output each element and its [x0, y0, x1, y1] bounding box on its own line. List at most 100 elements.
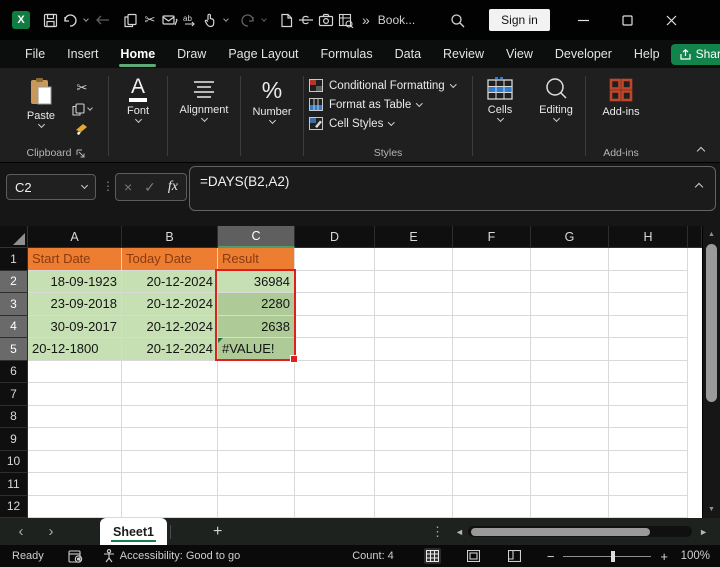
cell-E2[interactable] [375, 270, 453, 293]
cell-G6[interactable] [531, 360, 609, 383]
tab-draw[interactable]: Draw [166, 40, 217, 68]
normal-view-button[interactable] [423, 548, 441, 564]
cell-C12[interactable] [218, 495, 295, 518]
row-header-9[interactable]: 9 [0, 428, 28, 451]
cell-E9[interactable] [375, 428, 453, 451]
cell-C10[interactable] [218, 450, 295, 473]
cell-G8[interactable] [531, 405, 609, 428]
cell-A3[interactable]: 23-09-2018 [28, 293, 122, 316]
cell-E12[interactable] [375, 495, 453, 518]
cell-A7[interactable] [28, 383, 122, 406]
cell-E11[interactable] [375, 473, 453, 496]
sheet-tab-sheet1[interactable]: Sheet1 [100, 518, 167, 545]
cell-B3[interactable]: 20-12-2024 [122, 293, 218, 316]
format-as-table-button[interactable]: Format as Table [309, 98, 455, 111]
collapse-formula-bar-icon[interactable] [694, 182, 704, 192]
cell-D12[interactable] [295, 495, 375, 518]
cell-C8[interactable] [218, 405, 295, 428]
alignment-button[interactable]: Alignment [173, 72, 235, 123]
draw-tool-icon[interactable] [296, 7, 316, 33]
row-header-12[interactable]: 12 [0, 495, 28, 518]
cell-B1[interactable]: Today Date [122, 248, 218, 271]
cell-F2[interactable] [453, 270, 531, 293]
column-header-E[interactable]: E [375, 226, 453, 248]
horizontal-scrollbar-thumb[interactable] [471, 527, 651, 536]
cell-F4[interactable] [453, 315, 531, 338]
row-header-4[interactable]: 4 [0, 315, 28, 338]
column-header-G[interactable]: G [531, 226, 609, 248]
cell-D10[interactable] [295, 450, 375, 473]
cell-D2[interactable] [295, 270, 375, 293]
sheet-nav-left-icon[interactable]: ‹ [6, 523, 36, 540]
column-header-D[interactable]: D [295, 226, 375, 248]
cell-F3[interactable] [453, 293, 531, 316]
email-icon[interactable] [160, 7, 180, 33]
cell-C11[interactable] [218, 473, 295, 496]
cell-H6[interactable] [609, 360, 688, 383]
cell-E10[interactable] [375, 450, 453, 473]
cell-E4[interactable] [375, 315, 453, 338]
cell-B5[interactable]: 20-12-2024 [122, 338, 218, 361]
cell-G7[interactable] [531, 383, 609, 406]
cell-H1[interactable] [609, 248, 688, 271]
cell-G5[interactable] [531, 338, 609, 361]
sheet-nav-right-icon[interactable]: › [36, 523, 66, 540]
cell-G11[interactable] [531, 473, 609, 496]
zoom-slider[interactable] [563, 550, 652, 562]
undo-dropdown-icon[interactable] [80, 7, 92, 33]
cell-D11[interactable] [295, 473, 375, 496]
record-macro-button[interactable] [68, 549, 83, 563]
cell-D9[interactable] [295, 428, 375, 451]
cell-F6[interactable] [453, 360, 531, 383]
horizontal-scrollbar[interactable] [468, 526, 692, 537]
accessibility-status[interactable]: Accessibility: Good to go [103, 549, 240, 563]
cell-C9[interactable] [218, 428, 295, 451]
cell-B4[interactable]: 20-12-2024 [122, 315, 218, 338]
cell-D6[interactable] [295, 360, 375, 383]
hscroll-left-icon[interactable]: ◄ [455, 527, 464, 537]
row-header-5[interactable]: 5 [0, 338, 28, 361]
zoom-out-button[interactable]: − [547, 549, 555, 564]
cell-E6[interactable] [375, 360, 453, 383]
cell-H10[interactable] [609, 450, 688, 473]
row-header-10[interactable]: 10 [0, 450, 28, 473]
cell-F8[interactable] [453, 405, 531, 428]
column-header-A[interactable]: A [28, 226, 122, 248]
scroll-up-icon[interactable]: ▲ [703, 231, 720, 238]
tab-page-layout[interactable]: Page Layout [217, 40, 309, 68]
name-box-dropdown-icon[interactable] [80, 181, 89, 190]
cell-A2[interactable]: 18-09-1923 [28, 270, 122, 293]
share-button[interactable]: Share [670, 43, 720, 65]
cell-B6[interactable] [122, 360, 218, 383]
cell-B11[interactable] [122, 473, 218, 496]
cell-H11[interactable] [609, 473, 688, 496]
page-layout-view-button[interactable] [465, 548, 482, 564]
cell-E3[interactable] [375, 293, 453, 316]
cut-button[interactable]: ✂ [77, 80, 88, 96]
tab-file[interactable]: File [14, 40, 56, 68]
addins-button[interactable]: Add-ins [591, 72, 651, 118]
tab-data[interactable]: Data [384, 40, 432, 68]
cell-B10[interactable] [122, 450, 218, 473]
row-header-3[interactable]: 3 [0, 293, 28, 316]
collapse-ribbon-icon[interactable] [696, 146, 706, 156]
new-sheet-button[interactable]: + [213, 523, 222, 541]
tab-help[interactable]: Help [623, 40, 671, 68]
cell-H12[interactable] [609, 495, 688, 518]
cell-C1[interactable]: Result [218, 248, 295, 271]
cell-A9[interactable] [28, 428, 122, 451]
minimize-button[interactable] [562, 0, 606, 40]
scroll-down-icon[interactable]: ▼ [703, 506, 720, 513]
row-header-7[interactable]: 7 [0, 383, 28, 406]
cell-G2[interactable] [531, 270, 609, 293]
cell-D5[interactable] [295, 338, 375, 361]
cell-D3[interactable] [295, 293, 375, 316]
cell-H9[interactable] [609, 428, 688, 451]
tab-formulas[interactable]: Formulas [310, 40, 384, 68]
cell-A12[interactable] [28, 495, 122, 518]
cell-F10[interactable] [453, 450, 531, 473]
cell-A4[interactable]: 30-09-2017 [28, 315, 122, 338]
page-break-view-button[interactable] [506, 548, 523, 564]
cell-F12[interactable] [453, 495, 531, 518]
camera-icon[interactable] [316, 7, 336, 33]
